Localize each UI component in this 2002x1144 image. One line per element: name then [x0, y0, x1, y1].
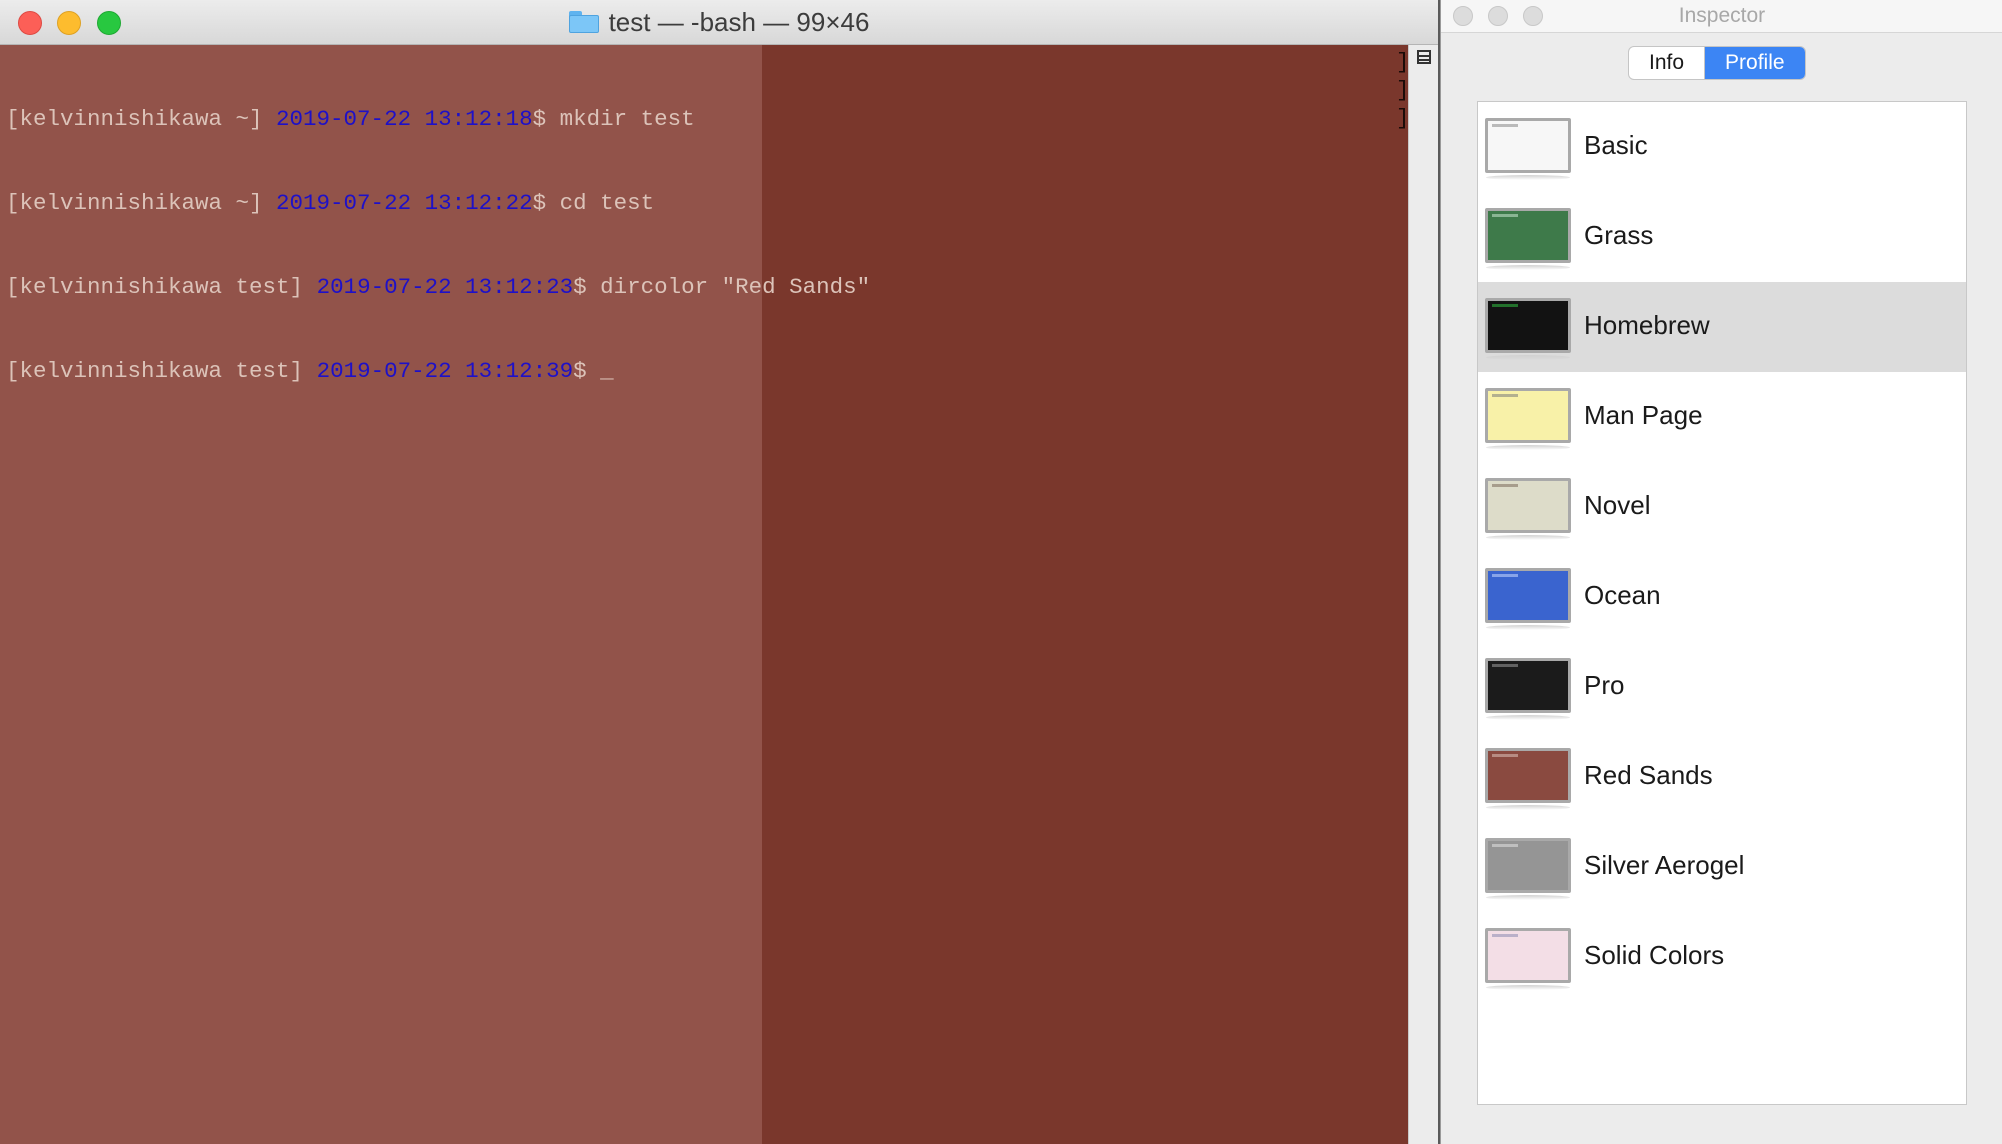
command: $ mkdir test	[532, 106, 695, 132]
thumbnail-text-preview	[1492, 844, 1518, 847]
profile-thumbnail	[1485, 658, 1571, 720]
profile-name: Grass	[1584, 220, 1654, 250]
inspector-tabs: Info Profile	[1628, 46, 1806, 80]
profile-thumbnail	[1485, 928, 1571, 990]
command: $ dircolor "Red Sands"	[573, 274, 871, 300]
profile-thumbnail	[1485, 748, 1571, 810]
timestamp: 2019-07-22 13:12:39	[316, 358, 574, 384]
tab-profile[interactable]: Profile	[1704, 47, 1805, 79]
thumbnail-text-preview	[1492, 934, 1518, 937]
terminal-titlebar[interactable]: test — -bash — 99×46	[0, 0, 1438, 45]
command: $ cd test	[532, 190, 655, 216]
profile-item[interactable]: Pro	[1478, 642, 1966, 732]
thumbnail-text-preview	[1492, 304, 1518, 307]
profile-thumbnail	[1485, 118, 1571, 180]
profile-name: Pro	[1584, 670, 1625, 700]
profile-thumbnail	[1485, 838, 1571, 900]
folder-icon	[568, 11, 599, 33]
command: $	[573, 358, 601, 384]
prompt: [kelvinnishikawa test]	[6, 358, 317, 384]
profile-name: Silver Aerogel	[1584, 850, 1745, 880]
profile-name: Man Page	[1584, 400, 1703, 430]
terminal-scrollbar[interactable]	[1408, 45, 1438, 1144]
inspector-titlebar[interactable]: Inspector	[1441, 0, 2002, 33]
profile-item[interactable]: Silver Aerogel	[1478, 822, 1966, 912]
inspector-window: Inspector Info Profile Basic Grass Homebre…	[1440, 0, 2002, 1144]
profile-thumbnail	[1485, 568, 1571, 630]
terminal-window: test — -bash — 99×46 [kelvinnishikawa ~]…	[0, 0, 1438, 1144]
profile-list[interactable]: Basic Grass Homebrew Man Page Novel Ocean Pro R…	[1477, 101, 1967, 1105]
profile-item[interactable]: Ocean	[1478, 552, 1966, 642]
thumbnail-text-preview	[1492, 124, 1518, 127]
terminal-line: [kelvinnishikawa test] 2019-07-22 13:12:…	[6, 357, 870, 385]
profile-item[interactable]: Red Sands	[1478, 732, 1966, 822]
prompt: [kelvinnishikawa ~]	[6, 190, 277, 216]
inspector-title: Inspector	[1678, 4, 1766, 27]
profile-name: Red Sands	[1584, 760, 1713, 790]
profile-item[interactable]: Homebrew	[1478, 282, 1966, 372]
profile-name: Novel	[1584, 490, 1651, 520]
profile-thumbnail	[1485, 478, 1571, 540]
profile-name: Ocean	[1584, 580, 1661, 610]
profile-thumbnail	[1485, 298, 1571, 360]
thumbnail-text-preview	[1492, 754, 1518, 757]
split-pane-icon[interactable]	[1417, 50, 1431, 64]
profile-item[interactable]: Grass	[1478, 192, 1966, 282]
profile-item[interactable]: Man Page	[1478, 372, 1966, 462]
timestamp: 2019-07-22 13:12:23	[316, 274, 574, 300]
profile-name: Homebrew	[1584, 310, 1710, 340]
profile-item[interactable]: Basic	[1478, 102, 1966, 192]
prompt: [kelvinnishikawa test]	[6, 274, 317, 300]
terminal-line: [kelvinnishikawa ~] 2019-07-22 13:12:22$…	[6, 189, 870, 217]
profile-item[interactable]: Solid Colors	[1478, 912, 1966, 1002]
timestamp: 2019-07-22 13:12:22	[276, 190, 533, 216]
terminal-line: [kelvinnishikawa test] 2019-07-22 13:12:…	[6, 273, 870, 301]
thumbnail-text-preview	[1492, 664, 1518, 667]
profile-thumbnail	[1485, 208, 1571, 270]
profile-name: Solid Colors	[1584, 940, 1725, 970]
terminal-output[interactable]: [kelvinnishikawa ~] 2019-07-22 13:12:18$…	[6, 49, 870, 441]
terminal-line: [kelvinnishikawa ~] 2019-07-22 13:12:18$…	[6, 105, 870, 133]
thumbnail-text-preview	[1492, 214, 1518, 217]
profile-thumbnail	[1485, 388, 1571, 450]
tab-info[interactable]: Info	[1629, 47, 1704, 79]
thumbnail-text-preview	[1492, 484, 1518, 487]
window-title: test — -bash — 99×46	[608, 6, 870, 37]
timestamp: 2019-07-22 13:12:18	[276, 106, 533, 132]
prompt: [kelvinnishikawa ~]	[6, 106, 277, 132]
profile-name: Basic	[1584, 130, 1648, 160]
thumbnail-text-preview	[1492, 394, 1518, 397]
text-cursor: _	[600, 358, 614, 384]
profile-item[interactable]: Novel	[1478, 462, 1966, 552]
terminal-content[interactable]: [kelvinnishikawa ~] 2019-07-22 13:12:18$…	[0, 45, 1410, 1144]
thumbnail-text-preview	[1492, 574, 1518, 577]
